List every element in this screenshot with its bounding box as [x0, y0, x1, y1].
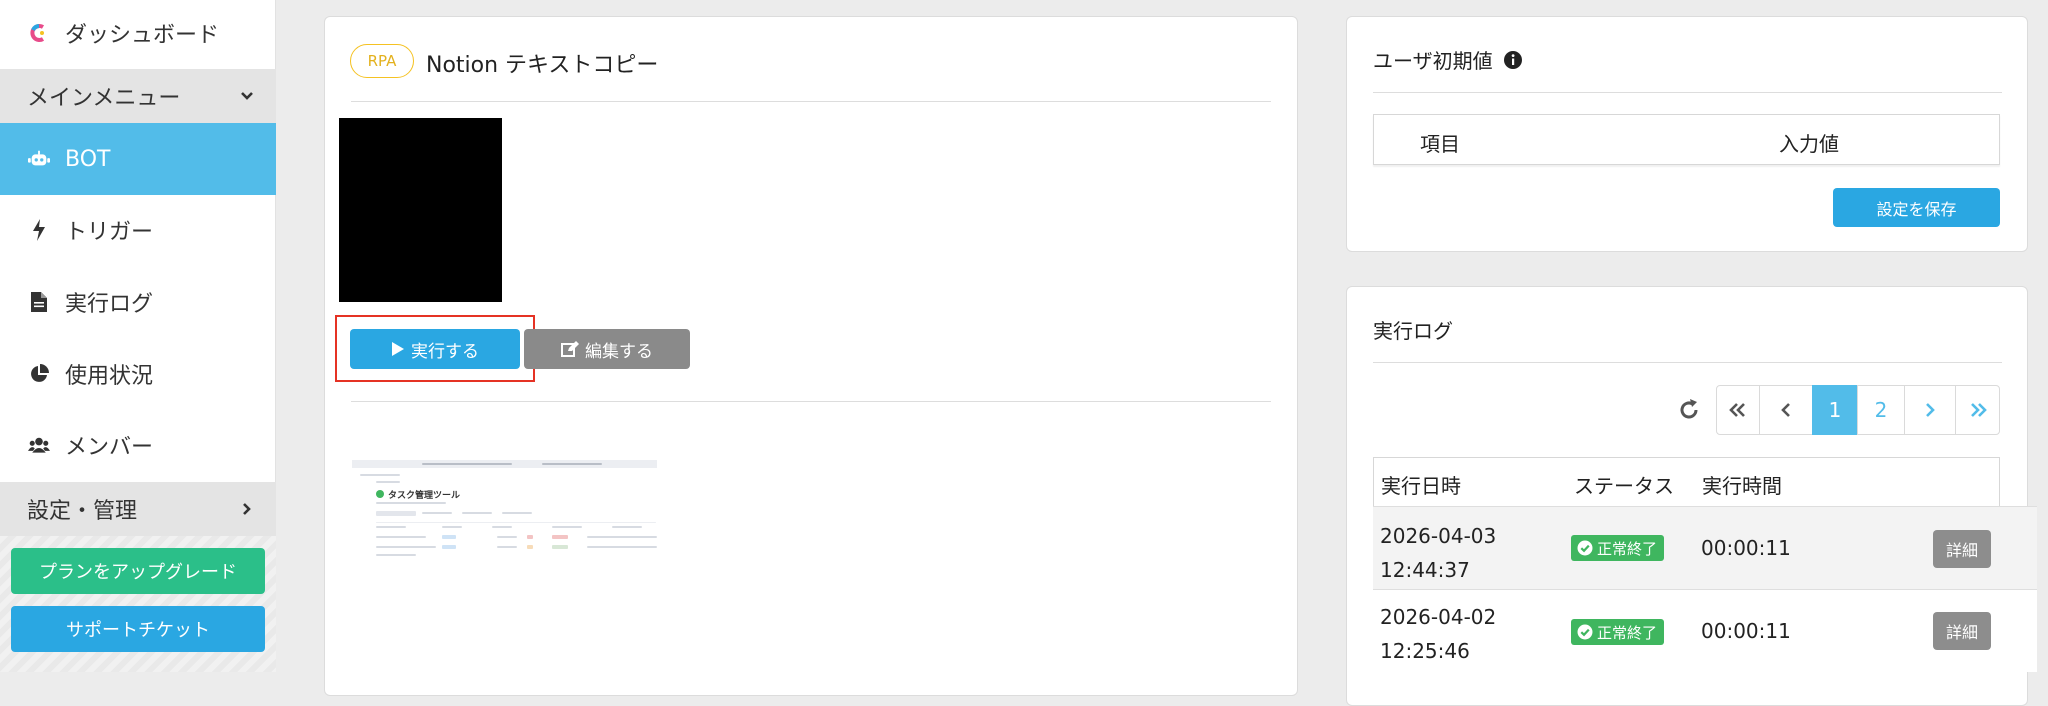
- pager-prev-button[interactable]: [1759, 385, 1813, 435]
- detail-button[interactable]: 詳細: [1933, 530, 1991, 568]
- thumbnail-title: タスク管理ツール: [388, 491, 461, 501]
- row-date: 2026-04-03: [1380, 524, 1497, 548]
- status-badge-label: 正常終了: [1597, 623, 1658, 642]
- main-menu-label: メインメニュー: [27, 86, 181, 111]
- exec-log-table-header: 実行日時 ステータス 実行時間: [1373, 457, 2000, 507]
- sidebar-item-label: 使用状況: [65, 364, 154, 389]
- sidebar-item-label: BOT: [65, 146, 111, 172]
- sidebar-item-label: トリガー: [65, 220, 154, 245]
- bot-title: Notion テキストコピー: [426, 53, 659, 78]
- rpa-badge: RPA: [350, 44, 414, 78]
- sidebar-item-members[interactable]: メンバー: [0, 409, 276, 481]
- settings-toggle[interactable]: 設定・管理: [0, 482, 276, 536]
- file-icon: [28, 291, 50, 313]
- play-icon: [392, 342, 404, 356]
- check-circle-icon: [1577, 624, 1593, 640]
- column-header-status: ステータス: [1574, 474, 1674, 498]
- table-row: 2026-04-03 12:44:37 正常終了 00:00:11 詳細: [1373, 506, 2037, 589]
- status-badge: 正常終了: [1571, 535, 1665, 561]
- column-header-duration: 実行時間: [1702, 474, 1782, 498]
- row-duration: 00:00:11: [1701, 619, 1791, 643]
- pager-next-button[interactable]: [1904, 385, 1956, 435]
- sidebar-item-label: ダッシュボード: [65, 23, 220, 48]
- chevron-right-icon: [240, 497, 254, 522]
- bolt-icon: [28, 219, 50, 241]
- table-row: 2026-04-02 12:25:46 正常終了 00:00:11 詳細: [1373, 589, 2037, 672]
- row-time: 12:25:46: [1380, 639, 1470, 663]
- run-button-label: 実行する: [411, 341, 479, 362]
- sidebar-item-label: 実行ログ: [65, 292, 154, 317]
- bot-image: [339, 118, 502, 302]
- check-circle-icon: [376, 490, 384, 498]
- row-datetime: 2026-04-03 12:44:37: [1380, 519, 1496, 587]
- notion-screenshot-thumbnail: タスク管理ツール: [352, 460, 657, 558]
- sidebar: ダッシュボード メインメニュー BOT トリガー 実行ログ 使用状況 メンバー …: [0, 0, 276, 672]
- sidebar-item-trigger[interactable]: トリガー: [0, 194, 276, 266]
- chevron-down-icon: [240, 84, 254, 109]
- robot-icon: [28, 148, 50, 170]
- divider: [351, 401, 1271, 402]
- pager-page-1[interactable]: 1: [1812, 385, 1858, 435]
- user-defaults-table-header: 項目 入力値: [1373, 114, 2000, 165]
- upgrade-plan-button[interactable]: プランをアップグレード: [11, 548, 265, 594]
- pie-chart-icon: [28, 363, 50, 385]
- pager-page-2[interactable]: 2: [1857, 385, 1905, 435]
- column-header-value: 入力値: [1779, 132, 1839, 156]
- chevron-right-icon: [1926, 403, 1935, 417]
- column-header-item: 項目: [1420, 132, 1460, 156]
- sidebar-item-exec-log[interactable]: 実行ログ: [0, 266, 276, 338]
- row-datetime: 2026-04-02 12:25:46: [1380, 600, 1496, 668]
- row-date: 2026-04-02: [1380, 605, 1497, 629]
- refresh-icon[interactable]: [1677, 398, 1701, 426]
- sidebar-item-dashboard[interactable]: ダッシュボード: [0, 0, 276, 66]
- info-icon[interactable]: [1503, 50, 1523, 75]
- sidebar-item-bot[interactable]: BOT: [0, 123, 276, 195]
- status-badge-label: 正常終了: [1597, 539, 1658, 558]
- edit-icon: [561, 341, 579, 357]
- chevron-left-icon: [1781, 403, 1790, 417]
- sidebar-item-label: メンバー: [65, 435, 154, 460]
- double-chevron-right-icon: [1970, 403, 1987, 417]
- pager-first-button[interactable]: [1716, 385, 1760, 435]
- divider: [351, 101, 1271, 102]
- edit-button-label: 編集する: [585, 341, 653, 362]
- dashboard-logo-icon: [28, 22, 50, 44]
- divider: [1373, 92, 2002, 93]
- run-button[interactable]: 実行する: [350, 329, 520, 369]
- status-badge: 正常終了: [1571, 619, 1665, 645]
- exec-log-title: 実行ログ: [1373, 319, 1453, 343]
- edit-button[interactable]: 編集する: [524, 329, 690, 369]
- check-circle-icon: [1577, 540, 1593, 556]
- double-chevron-left-icon: [1729, 403, 1745, 417]
- main-menu-toggle[interactable]: メインメニュー: [0, 69, 276, 123]
- settings-label: 設定・管理: [27, 499, 138, 524]
- save-settings-button[interactable]: 設定を保存: [1833, 188, 2000, 227]
- user-defaults-title: ユーザ初期値: [1373, 45, 1523, 75]
- pager-last-button[interactable]: [1955, 385, 2000, 435]
- column-header-date: 実行日時: [1381, 474, 1461, 498]
- divider: [1373, 362, 2002, 363]
- row-duration: 00:00:11: [1701, 536, 1791, 560]
- row-time: 12:44:37: [1380, 558, 1470, 582]
- user-defaults-title-text: ユーザ初期値: [1373, 49, 1493, 73]
- support-ticket-button[interactable]: サポートチケット: [11, 606, 265, 652]
- detail-button[interactable]: 詳細: [1933, 612, 1991, 650]
- sidebar-item-usage[interactable]: 使用状況: [0, 338, 276, 410]
- users-icon: [28, 434, 50, 456]
